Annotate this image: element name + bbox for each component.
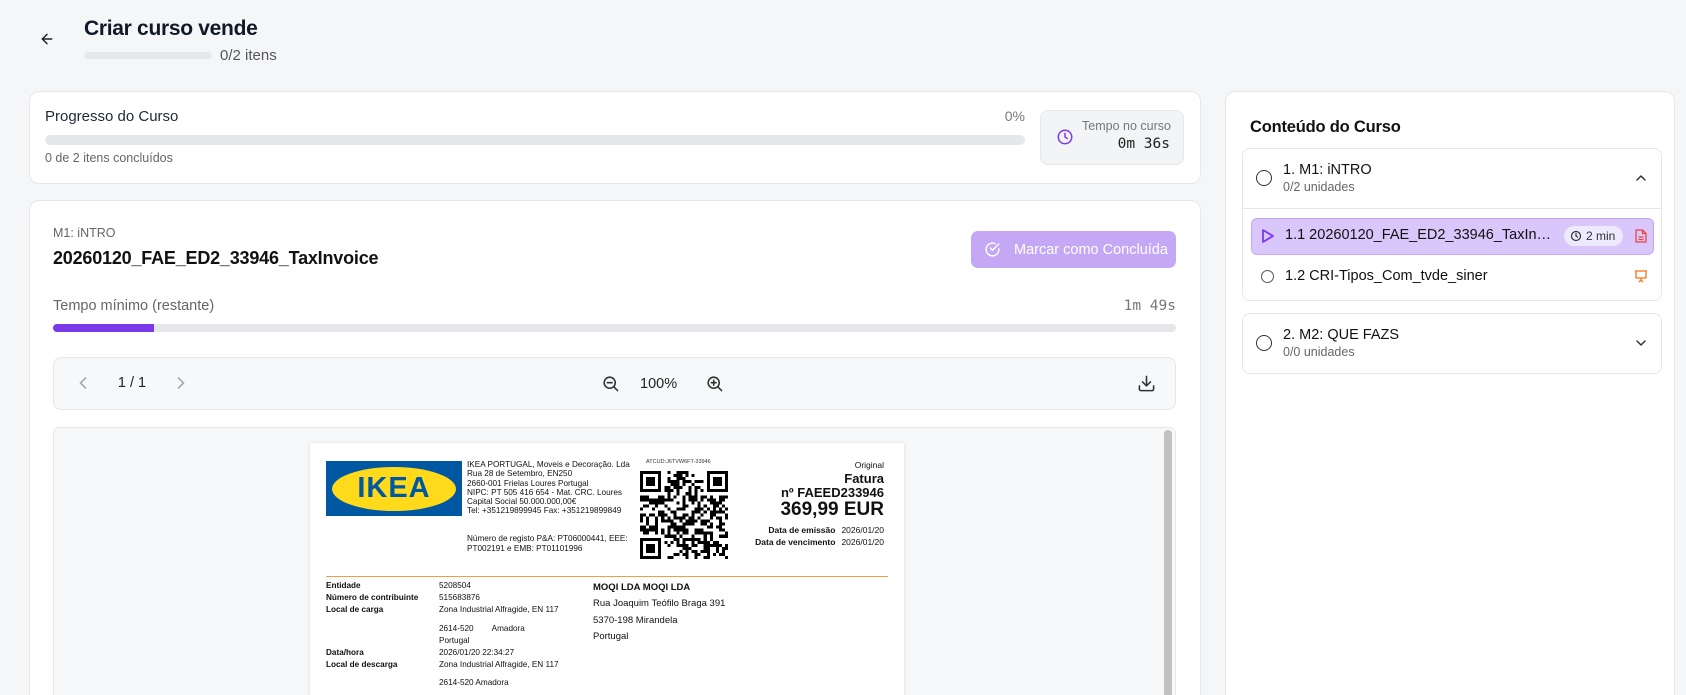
module-status-circle-icon bbox=[1256, 170, 1272, 186]
invoice-doc-type: Fatura bbox=[844, 471, 884, 486]
zoom-out-icon bbox=[603, 376, 619, 392]
zoom-level: 100% bbox=[640, 376, 678, 392]
download-icon bbox=[1138, 375, 1155, 392]
module-title-2: 2. M2: QUE FAZS bbox=[1283, 327, 1400, 343]
next-page-button[interactable] bbox=[171, 373, 191, 393]
document-scrollbar[interactable] bbox=[1164, 430, 1172, 695]
module-status-circle-icon bbox=[1256, 335, 1272, 351]
min-time-progress-fill bbox=[53, 324, 155, 332]
invoice-number: nº FAEED233946 bbox=[780, 485, 884, 500]
lesson-duration-badge: 2 min bbox=[1564, 226, 1624, 246]
arrow-left-icon bbox=[41, 33, 53, 45]
min-time-progress-bar bbox=[53, 324, 1176, 332]
module-header-1[interactable] bbox=[1242, 148, 1662, 208]
time-in-course-label: Tempo no curso bbox=[1082, 119, 1171, 133]
presentation-icon bbox=[1634, 270, 1648, 283]
ikea-logo: IKEA bbox=[326, 461, 462, 516]
course-progress-title: Progresso do Curso bbox=[45, 108, 179, 125]
min-time-label: Tempo mínimo (restante) bbox=[53, 298, 215, 314]
qr-code bbox=[640, 471, 728, 559]
course-progress-bar bbox=[45, 135, 1025, 145]
zoom-out-button[interactable] bbox=[601, 374, 621, 394]
clock-icon bbox=[1056, 128, 1074, 146]
course-progress-completed: 0 de 2 itens concluídos bbox=[45, 151, 173, 165]
chevron-left-icon bbox=[79, 377, 87, 389]
page-title: Criar curso vende bbox=[84, 17, 258, 40]
previous-page-button[interactable] bbox=[73, 373, 93, 393]
chevron-down-icon[interactable] bbox=[1633, 335, 1649, 351]
time-in-course-value: 0m 36s bbox=[1117, 136, 1170, 152]
chevron-up-icon[interactable] bbox=[1633, 170, 1649, 186]
invoice-page: IKEA IKEA PORTUGAL, Moveis e Decoração. … bbox=[310, 443, 904, 695]
module-title-1: 1. M1: iNTRO bbox=[1283, 162, 1372, 178]
play-icon bbox=[1261, 228, 1275, 244]
check-circle-icon bbox=[985, 242, 1000, 257]
page-indicator: 1 / 1 bbox=[117, 375, 147, 391]
invoice-total: 369,99 EUR bbox=[780, 499, 884, 520]
lesson-module-label: M1: iNTRO bbox=[53, 226, 116, 240]
header-progress-bar bbox=[84, 52, 212, 59]
invoice-dates: Data de emissão 2026/01/20 Data de vencim… bbox=[755, 525, 884, 547]
chevron-right-icon bbox=[177, 377, 185, 389]
invoice-registration: Número de registo P&A: PT06000441, EEE: … bbox=[467, 534, 628, 553]
back-button[interactable] bbox=[36, 28, 58, 50]
course-progress-percent: 0% bbox=[1004, 108, 1025, 124]
min-time-value: 1m 49s bbox=[1123, 298, 1176, 314]
lesson-title: 20260120_FAE_ED2_33946_TaxInvoice bbox=[53, 248, 379, 268]
invoice-customer: MOQI LDA MOQI LDA Rua Joaquim Teófilo Br… bbox=[593, 582, 726, 642]
zoom-in-icon bbox=[707, 376, 723, 392]
module-divider bbox=[1243, 208, 1661, 209]
zoom-in-button[interactable] bbox=[705, 374, 725, 394]
invoice-divider bbox=[326, 576, 888, 577]
invoice-company-info: IKEA PORTUGAL, Moveis e Decoração. Lda R… bbox=[467, 460, 630, 516]
module-subtitle-2: 0/0 unidades bbox=[1283, 345, 1355, 359]
header-item-count: 0/2 itens bbox=[220, 47, 277, 64]
course-content-title: Conteúdo do Curso bbox=[1250, 118, 1401, 136]
sidebar-lesson-label: 1.1 20260120_FAE_ED2_33946_TaxInvoice bbox=[1285, 227, 1555, 243]
clock-icon bbox=[1570, 230, 1582, 242]
invoice-original-label: Original bbox=[854, 460, 884, 470]
sidebar-lesson-label: 1.2 CRI-Tipos_Com_tvde_siner bbox=[1285, 268, 1488, 284]
invoice-fields: Entidade 5208504 Número de contribuinte 51… bbox=[326, 581, 559, 688]
invoice-atcud: ATCUD:J6TVW6FT-33946 bbox=[646, 459, 711, 465]
mark-complete-label: Marcar como Concluída bbox=[1014, 241, 1168, 258]
download-button[interactable] bbox=[1137, 374, 1157, 394]
module-card-2[interactable] bbox=[1242, 313, 1662, 374]
file-pdf-icon bbox=[1635, 229, 1647, 243]
module-subtitle-1: 0/2 unidades bbox=[1283, 180, 1355, 194]
lesson-status-circle-icon bbox=[1261, 270, 1274, 283]
mark-complete-button[interactable]: Marcar como Concluída bbox=[971, 231, 1176, 268]
